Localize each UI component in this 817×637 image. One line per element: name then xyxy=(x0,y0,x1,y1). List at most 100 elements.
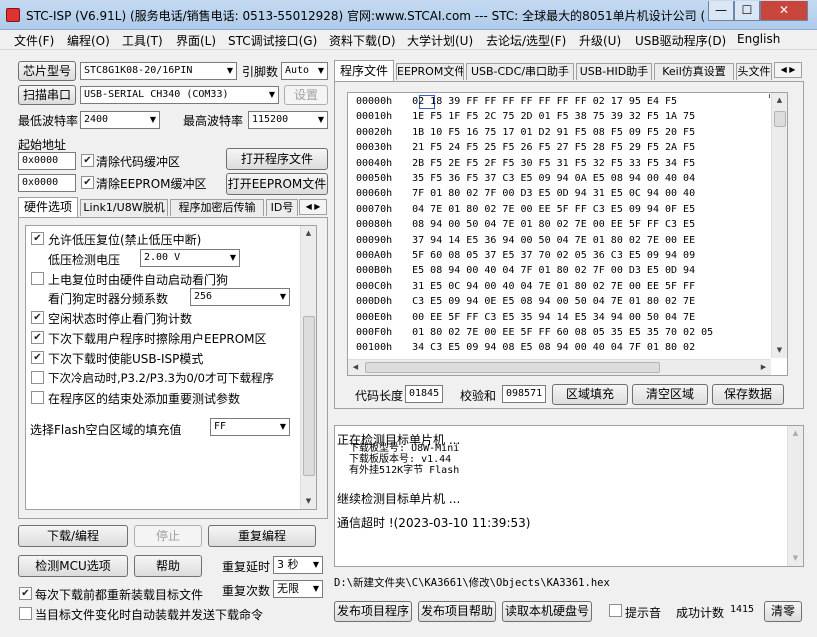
hex-bytes[interactable]: 31 E5 0C 94 00 40 04 7E 01 80 02 7E 00 E… xyxy=(412,281,695,292)
options-scrollbar[interactable]: ▲ ▼ xyxy=(300,226,316,509)
scroll-down-icon[interactable]: ▼ xyxy=(301,494,316,509)
scroll-up-icon[interactable]: ▲ xyxy=(788,426,803,441)
cold-start-p32-checkbox[interactable] xyxy=(31,371,44,384)
hex-bytes[interactable]: 37 94 14 E5 36 94 00 50 04 7E 01 80 02 7… xyxy=(412,235,695,246)
pins-select[interactable]: Auto ▼ xyxy=(281,62,328,80)
serial-port-select[interactable]: USB-SERIAL CH340 (COM33) ▼ xyxy=(80,86,279,104)
maximize-button[interactable]: ☐ xyxy=(734,1,760,21)
clear-count-button[interactable]: 清零 xyxy=(764,601,802,622)
scroll-up-icon[interactable]: ▲ xyxy=(301,226,316,241)
menu-interface[interactable]: 界面(L) xyxy=(176,32,216,49)
tab-scroll-arrows[interactable]: ◀ ▶ xyxy=(299,199,327,215)
tab-program-file[interactable]: 程序文件 xyxy=(334,60,394,81)
low-voltage-select[interactable]: 2.00 V ▼ xyxy=(140,249,240,267)
open-program-button[interactable]: 打开程序文件 xyxy=(226,148,328,170)
reload-file-checkbox[interactable]: ✔ xyxy=(19,587,32,600)
tab-link1-offline[interactable]: Link1/U8W脱机 xyxy=(80,199,168,216)
menu-tools[interactable]: 工具(T) xyxy=(122,32,163,49)
tab-scroll-arrows-right[interactable]: ◀ ▶ xyxy=(774,62,802,78)
hex-bytes[interactable]: 7F 01 80 02 7F 00 D3 E5 0D 94 31 E5 0C 9… xyxy=(412,188,695,199)
add-test-params-checkbox[interactable] xyxy=(31,391,44,404)
download-program-button[interactable]: 下载/编程 xyxy=(18,525,128,547)
clear-eeprom-checkbox[interactable]: ✔ xyxy=(81,176,94,189)
code-address-input[interactable]: 0x0000 xyxy=(18,152,76,170)
scroll-left-icon[interactable]: ◀ xyxy=(348,360,363,375)
help-button[interactable]: 帮助 xyxy=(134,555,202,577)
hex-vscrollbar[interactable]: ▲ ▼ xyxy=(771,93,787,358)
publish-help-button[interactable]: 发布项目帮助 xyxy=(418,601,496,622)
menu-debug[interactable]: STC调试接口(G) xyxy=(228,32,317,49)
scroll-thumb[interactable] xyxy=(303,316,315,476)
menu-upgrade[interactable]: 升级(U) xyxy=(579,32,621,49)
hex-bytes[interactable]: 2B F5 2E F5 2F F5 30 F5 31 F5 32 F5 33 F… xyxy=(412,158,695,169)
menu-program[interactable]: 编程(O) xyxy=(67,32,110,49)
hex-bytes[interactable]: 1E F5 1F F5 2C 75 2D 01 F5 38 75 39 32 F… xyxy=(412,111,695,122)
menu-download[interactable]: 资料下载(D) xyxy=(329,32,396,49)
usb-isp-checkbox[interactable]: ✔ xyxy=(31,351,44,364)
hex-bytes[interactable]: 21 F5 24 F5 25 F5 26 F5 27 F5 28 F5 29 F… xyxy=(412,142,695,153)
repeat-delay-select[interactable]: 3 秒 ▼ xyxy=(273,556,323,574)
repeat-program-button[interactable]: 重复编程 xyxy=(208,525,316,547)
tab-eeprom-file[interactable]: EEPROM文件 xyxy=(396,63,464,80)
scroll-right-icon[interactable]: ▶ xyxy=(756,360,771,375)
chip-model-select[interactable]: STC8G1K08-20/16PIN ▼ xyxy=(80,62,237,80)
hex-bytes[interactable]: 5F 60 08 05 37 E5 37 70 02 05 36 C3 E5 0… xyxy=(412,250,695,261)
save-data-button[interactable]: 保存数据 xyxy=(712,384,784,405)
scroll-down-icon[interactable]: ▼ xyxy=(772,343,787,358)
hex-hscrollbar[interactable]: ◀ ▶ xyxy=(348,359,771,375)
idle-watchdog-checkbox[interactable]: ✔ xyxy=(31,311,44,324)
publish-program-button[interactable]: 发布项目程序 xyxy=(334,601,412,622)
tab-keil-sim[interactable]: Keil仿真设置 xyxy=(654,63,734,80)
hex-bytes[interactable]: E5 08 94 00 40 04 7F 01 80 02 7F 00 D3 E… xyxy=(412,265,695,276)
watchdog-prescaler-select[interactable]: 256 ▼ xyxy=(190,288,290,306)
stop-button[interactable]: 停止 xyxy=(134,525,202,547)
clear-code-checkbox[interactable]: ✔ xyxy=(81,154,94,167)
max-baud-select[interactable]: 115200 ▼ xyxy=(248,111,328,129)
hex-vscroll-thumb[interactable] xyxy=(774,111,786,127)
hex-bytes[interactable]: 01 80 02 7E 00 EE 5F FF 60 08 05 35 E5 3… xyxy=(412,327,713,338)
read-disk-button[interactable]: 读取本机硬盘号 xyxy=(502,601,592,622)
erase-eeprom-checkbox[interactable]: ✔ xyxy=(31,331,44,344)
auto-reload-checkbox[interactable] xyxy=(19,607,32,620)
hex-bytes[interactable]: 08 94 00 50 04 7E 01 80 02 7E 00 EE 5F F… xyxy=(412,219,695,230)
tab-header-file[interactable]: 头文件 xyxy=(736,63,772,80)
tab-encrypted-transfer[interactable]: 程序加密后传输 xyxy=(170,199,264,216)
scan-port-button[interactable]: 扫描串口 xyxy=(18,85,76,105)
hex-bytes[interactable]: 1B 10 F5 16 75 17 01 D2 91 F5 08 F5 09 F… xyxy=(412,127,695,138)
scroll-up-icon[interactable]: ▲ xyxy=(772,93,787,108)
flash-fill-select[interactable]: FF ▼ xyxy=(210,418,290,436)
settings-button[interactable]: 设置 xyxy=(284,85,328,105)
menu-university[interactable]: 大学计划(U) xyxy=(407,32,473,49)
eeprom-address-input[interactable]: 0x0000 xyxy=(18,174,76,192)
min-baud-select[interactable]: 2400 ▼ xyxy=(80,111,160,129)
hex-bytes[interactable]: 35 F5 36 F5 37 C3 E5 09 94 0A E5 08 94 0… xyxy=(412,173,695,184)
hex-bytes[interactable]: 04 7E 01 80 02 7E 00 EE 5F FF C3 E5 09 9… xyxy=(412,204,695,215)
chip-model-button[interactable]: 芯片型号 xyxy=(18,61,76,81)
repeat-count-select[interactable]: 无限 ▼ xyxy=(273,580,323,598)
clear-area-button[interactable]: 清空区域 xyxy=(632,384,708,405)
fill-area-button[interactable]: 区域填充 xyxy=(552,384,628,405)
menu-usb-driver[interactable]: USB驱动程序(D) xyxy=(635,32,726,49)
open-eeprom-button[interactable]: 打开EEPROM文件 xyxy=(226,173,328,195)
hex-hscroll-thumb[interactable] xyxy=(365,362,660,373)
tab-usb-cdc[interactable]: USB-CDC/串口助手 xyxy=(466,63,574,80)
detect-mcu-button[interactable]: 检测MCU选项 xyxy=(18,555,128,577)
menu-file[interactable]: 文件(F) xyxy=(14,32,54,49)
menu-english[interactable]: English xyxy=(737,32,780,46)
hex-bytes[interactable]: C3 E5 09 94 0E E5 08 94 00 50 04 7E 01 8… xyxy=(412,296,695,307)
close-button[interactable]: ✕ xyxy=(760,1,808,21)
hex-bytes[interactable]: 02 18 39 FF FF FF FF FF FF FF 02 17 95 E… xyxy=(412,96,677,107)
scroll-down-icon[interactable]: ▼ xyxy=(788,551,803,566)
low-voltage-reset-checkbox[interactable]: ✔ xyxy=(31,232,44,245)
hex-bytes[interactable]: 34 C3 E5 09 94 08 E5 08 94 00 40 04 7F 0… xyxy=(412,342,695,353)
menu-forum[interactable]: 去论坛/选型(F) xyxy=(486,32,566,49)
tab-usb-hid[interactable]: USB-HID助手 xyxy=(576,63,652,80)
watchdog-autostart-checkbox[interactable] xyxy=(31,272,44,285)
sound-checkbox[interactable] xyxy=(609,604,622,617)
hex-bytes[interactable]: 00 EE 5F FF C3 E5 35 94 14 E5 34 94 00 5… xyxy=(412,312,695,323)
hex-row: 00020h 1B 10 F5 16 75 17 01 D2 91 F5 08 F… xyxy=(356,127,695,138)
log-scrollbar[interactable]: ▲ ▼ xyxy=(787,426,803,566)
minimize-button[interactable]: — xyxy=(708,1,734,21)
tab-hardware-options[interactable]: 硬件选项 xyxy=(18,197,78,218)
tab-id-number[interactable]: ID号 xyxy=(266,199,298,216)
